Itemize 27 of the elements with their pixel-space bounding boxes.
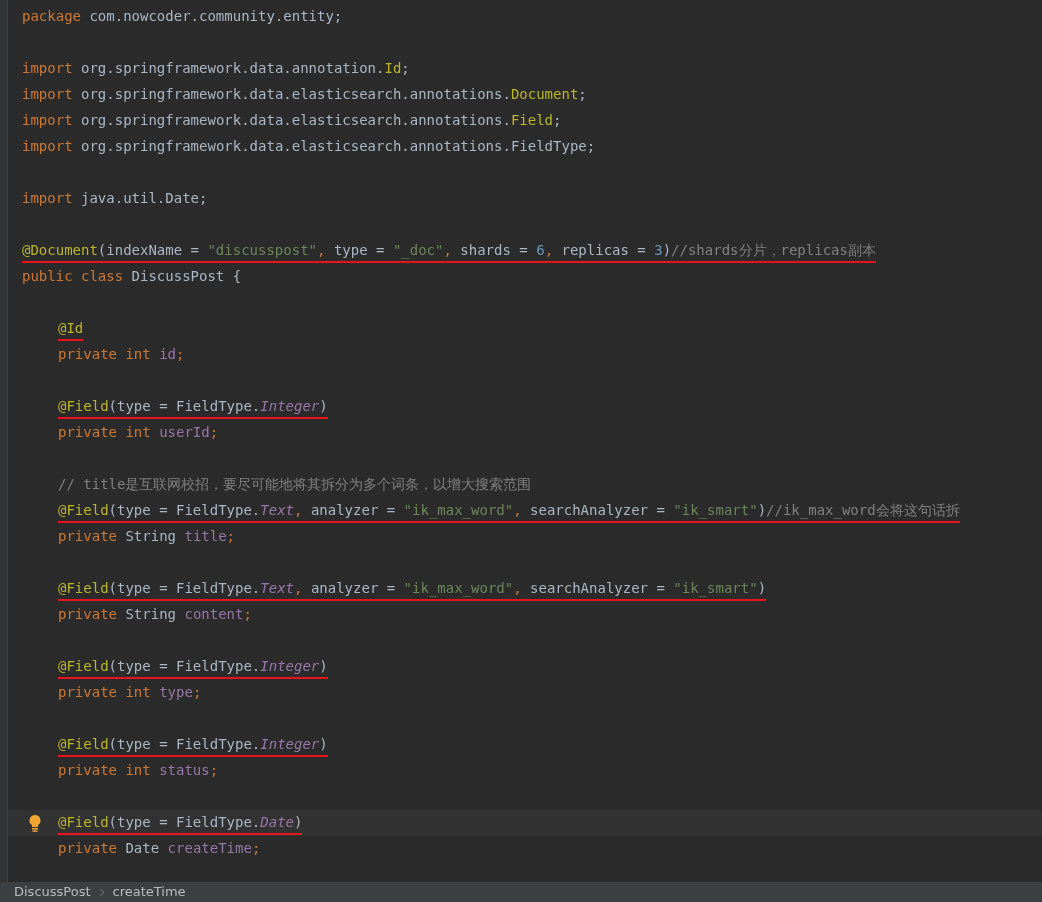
code-line: @Field(type = FieldType.Integer) (58, 733, 328, 757)
code-line: private Date createTime; (58, 839, 261, 858)
code-line: package com.nowcoder.community.entity; (22, 7, 343, 26)
code-line: private String title; (58, 527, 236, 546)
code-line: @Field(type = FieldType.Integer) (58, 655, 328, 679)
lightbulb-icon[interactable] (28, 814, 42, 832)
code-line: // title是互联网校招，要尽可能地将其拆分为多个词条，以增大搜索范围 (58, 475, 532, 494)
code-line: import java.util.Date; (22, 189, 208, 208)
code-line: private int type; (58, 683, 202, 702)
code-line: @Field(type = FieldType.Date) (58, 811, 303, 835)
code-line: import org.springframework.data.elasticsearch.annotations.Field; (22, 111, 562, 130)
code-line: private int status; (58, 761, 219, 780)
code-line: @Document(indexName = "discusspost", type = "_doc", shards = 6, replicas = 3)//shards分片，replicas副本 (22, 239, 876, 263)
code-line: @Field(type = FieldType.Text, analyzer = "ik_max_word", searchAnalyzer = "ik_smart") (58, 577, 767, 601)
code-line: @Field(type = FieldType.Text, analyzer = "ik_max_word", searchAnalyzer = "ik_smart")//ik_max_word会将这句话拆 (58, 499, 960, 523)
code-line: import org.springframework.data.elasticsearch.annotations.Document; (22, 85, 587, 104)
breadcrumb-item[interactable]: createTime (112, 882, 186, 902)
code-line: import org.springframework.data.elasticsearch.annotations.FieldType; (22, 137, 596, 156)
code-line: @Id (58, 317, 84, 341)
code-line: public class DiscussPost { (22, 267, 242, 286)
breadcrumb-item[interactable]: DiscussPost (14, 882, 91, 902)
code-line: import org.springframework.data.annotation.Id; (22, 59, 410, 78)
code-line: @Field(type = FieldType.Integer) (58, 395, 328, 419)
code-line: private int userId; (58, 423, 219, 442)
chevron-right-icon (98, 887, 105, 897)
code-line: private int id; (58, 345, 185, 364)
code-line: private String content; (58, 605, 252, 624)
